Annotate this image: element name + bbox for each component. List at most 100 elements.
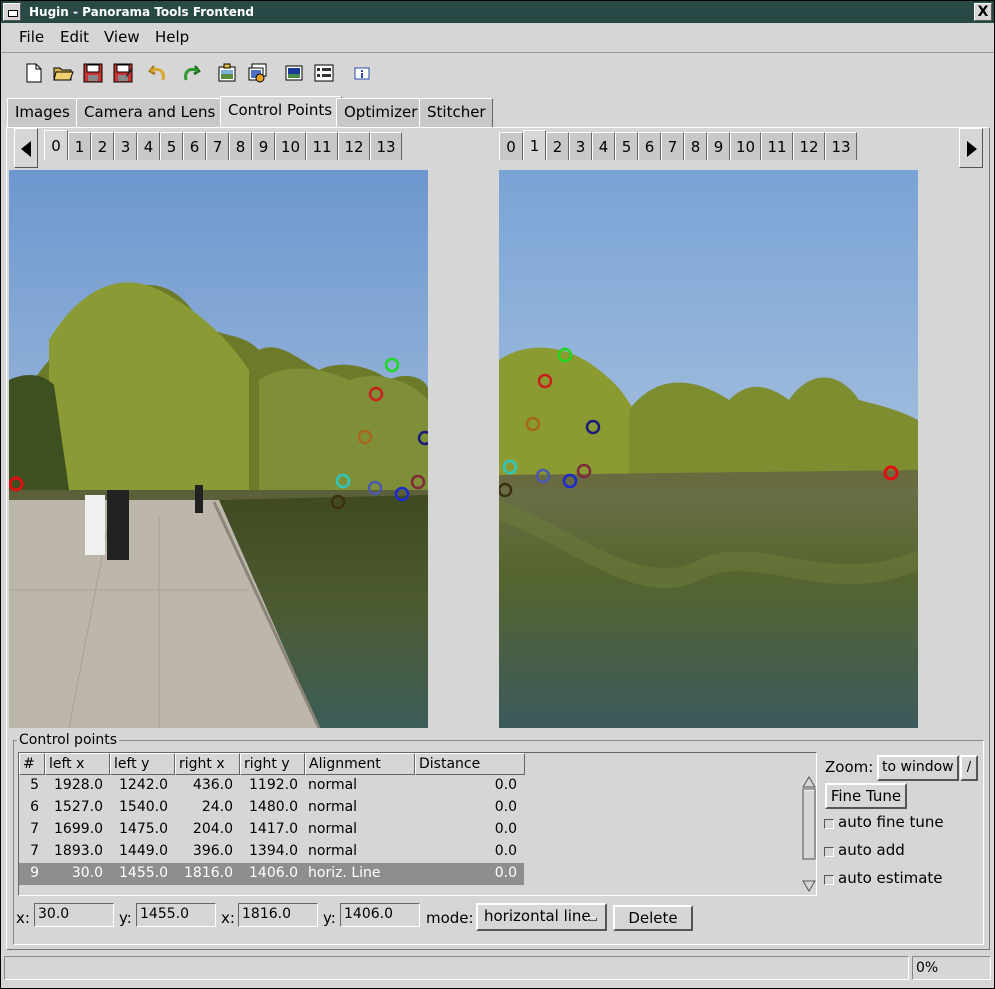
right-photo[interactable] <box>499 170 918 728</box>
tab-images[interactable]: Images <box>7 98 77 127</box>
right-y-input[interactable]: 1406.0 <box>340 903 420 927</box>
column-header-right-x[interactable]: right x <box>175 753 240 775</box>
table-cell: 1893.0 <box>54 843 103 859</box>
column-header-left-y[interactable]: left y <box>110 753 175 775</box>
left-image-tab-4[interactable]: 4 <box>137 132 160 160</box>
control-points-table[interactable]: # left x left y right x right y Alignmen… <box>18 752 817 896</box>
table-cell: 204.0 <box>192 821 233 837</box>
save-as-icon[interactable] <box>111 61 135 85</box>
next-image-button[interactable] <box>959 128 983 168</box>
left-image-tab-7[interactable]: 7 <box>206 132 229 160</box>
right-image-tab-11[interactable]: 11 <box>761 132 793 160</box>
table-cell: 1394.0 <box>249 843 298 859</box>
left-image-tab-0[interactable]: 0 <box>44 130 68 160</box>
add-series-icon[interactable] <box>245 61 269 85</box>
table-cell: 1449.0 <box>119 843 168 859</box>
table-cell: 0.0 <box>494 821 517 837</box>
title-bar[interactable]: Hugin - Panorama Tools Frontend X <box>1 1 994 23</box>
prev-image-button[interactable] <box>14 128 38 168</box>
window-title: Hugin - Panorama Tools Frontend <box>29 5 254 19</box>
right-image-tab-9[interactable]: 9 <box>707 132 730 160</box>
right-image-tab-7[interactable]: 7 <box>661 132 684 160</box>
column-header-left-x[interactable]: left x <box>45 753 110 775</box>
auto-estimate-checkbox[interactable] <box>824 875 834 885</box>
left-image-tab-5[interactable]: 5 <box>160 132 183 160</box>
table-row[interactable]: 9 30.0 1455.0 1816.0 1406.0 horiz. Line 0.0 <box>19 863 524 885</box>
table-cell: 1928.0 <box>54 777 103 793</box>
right-image-tab-4[interactable]: 4 <box>592 132 615 160</box>
right-image-view[interactable] <box>499 170 918 728</box>
right-image-tab-13[interactable]: 13 <box>825 132 857 160</box>
menu-edit[interactable]: Edit <box>60 28 89 46</box>
table-row[interactable]: 6 1527.0 1540.0 24.0 1480.0 normal 0.0 <box>19 797 524 819</box>
right-image-tab-5[interactable]: 5 <box>615 132 638 160</box>
table-cell: 0.0 <box>494 865 517 881</box>
tab-control-points[interactable]: Control Points <box>220 96 342 128</box>
auto-add-checkbox[interactable] <box>824 847 834 857</box>
redo-icon[interactable] <box>178 61 202 85</box>
column-header-distance[interactable]: Distance <box>415 753 525 775</box>
right-image-tab-2[interactable]: 2 <box>546 132 569 160</box>
info-icon[interactable] <box>350 61 374 85</box>
menu-file[interactable]: File <box>19 28 44 46</box>
table-cell: 6 <box>30 799 39 815</box>
right-image-tab-8[interactable]: 8 <box>684 132 707 160</box>
close-icon[interactable]: X <box>974 3 992 21</box>
right-image-tab-0[interactable]: 0 <box>499 132 523 160</box>
left-image-tab-10[interactable]: 10 <box>275 132 306 160</box>
toolbar <box>1 55 994 91</box>
table-cell: 1480.0 <box>249 799 298 815</box>
left-image-tabs: 0 1 2 3 4 5 6 7 8 9 10 11 12 13 <box>44 130 402 160</box>
preview-icon[interactable] <box>282 61 306 85</box>
table-scrollbar[interactable] <box>801 775 817 895</box>
table-row[interactable]: 5 1928.0 1242.0 436.0 1192.0 normal 0.0 <box>19 775 524 797</box>
zoom-dropdown-button[interactable]: / <box>960 755 978 781</box>
auto-fine-tune-checkbox[interactable] <box>824 819 834 829</box>
list-icon[interactable] <box>312 61 336 85</box>
left-image-tab-3[interactable]: 3 <box>114 132 137 160</box>
right-x-input[interactable]: 1816.0 <box>238 903 318 927</box>
left-image-tab-8[interactable]: 8 <box>229 132 252 160</box>
column-header-alignment[interactable]: Alignment <box>305 753 415 775</box>
column-header-index[interactable]: # <box>19 753 45 775</box>
left-image-tab-11[interactable]: 11 <box>306 132 338 160</box>
left-image-view[interactable] <box>9 170 428 728</box>
right-image-tab-6[interactable]: 6 <box>638 132 661 160</box>
tab-stitcher[interactable]: Stitcher <box>419 98 493 127</box>
save-icon[interactable] <box>81 61 105 85</box>
right-image-tab-1[interactable]: 1 <box>523 130 546 160</box>
zoom-select[interactable]: to window <box>877 755 959 781</box>
table-cell: 7 <box>30 843 39 859</box>
table-cell: 396.0 <box>192 843 233 859</box>
table-row[interactable]: 7 1893.0 1449.0 396.0 1394.0 normal 0.0 <box>19 841 524 863</box>
right-image-tab-3[interactable]: 3 <box>569 132 592 160</box>
left-image-tab-2[interactable]: 2 <box>91 132 114 160</box>
tab-optimizer[interactable]: Optimizer <box>336 98 420 127</box>
left-image-tab-6[interactable]: 6 <box>183 132 206 160</box>
open-folder-icon[interactable] <box>51 61 75 85</box>
right-image-tab-10[interactable]: 10 <box>730 132 761 160</box>
delete-button[interactable]: Delete <box>613 905 693 931</box>
column-header-right-y[interactable]: right y <box>240 753 305 775</box>
left-image-tab-12[interactable]: 12 <box>338 132 370 160</box>
menu-help[interactable]: Help <box>155 28 189 46</box>
mode-select[interactable]: horizontal line <box>476 903 607 931</box>
undo-icon[interactable] <box>147 61 171 85</box>
right-image-tabs: 0 1 2 3 4 5 6 7 8 9 10 11 12 13 <box>499 130 857 160</box>
new-file-icon[interactable] <box>22 61 46 85</box>
left-image-tab-9[interactable]: 9 <box>252 132 275 160</box>
left-image-tab-1[interactable]: 1 <box>68 132 91 160</box>
menu-view[interactable]: View <box>104 28 140 46</box>
fine-tune-button[interactable]: Fine Tune <box>825 783 907 809</box>
table-row[interactable]: 7 1699.0 1475.0 204.0 1417.0 normal 0.0 <box>19 819 524 841</box>
tab-camera-and-lens[interactable]: Camera and Lens <box>76 98 222 127</box>
left-photo[interactable] <box>9 170 428 728</box>
left-x-input[interactable]: 30.0 <box>34 903 114 927</box>
table-cell: 5 <box>30 777 39 793</box>
window-menu-icon[interactable] <box>3 3 21 21</box>
left-image-tab-13[interactable]: 13 <box>370 132 402 160</box>
right-image-tab-12[interactable]: 12 <box>793 132 825 160</box>
add-image-icon[interactable] <box>215 61 239 85</box>
left-y-input[interactable]: 1455.0 <box>136 903 216 927</box>
table-cell: 0.0 <box>494 799 517 815</box>
